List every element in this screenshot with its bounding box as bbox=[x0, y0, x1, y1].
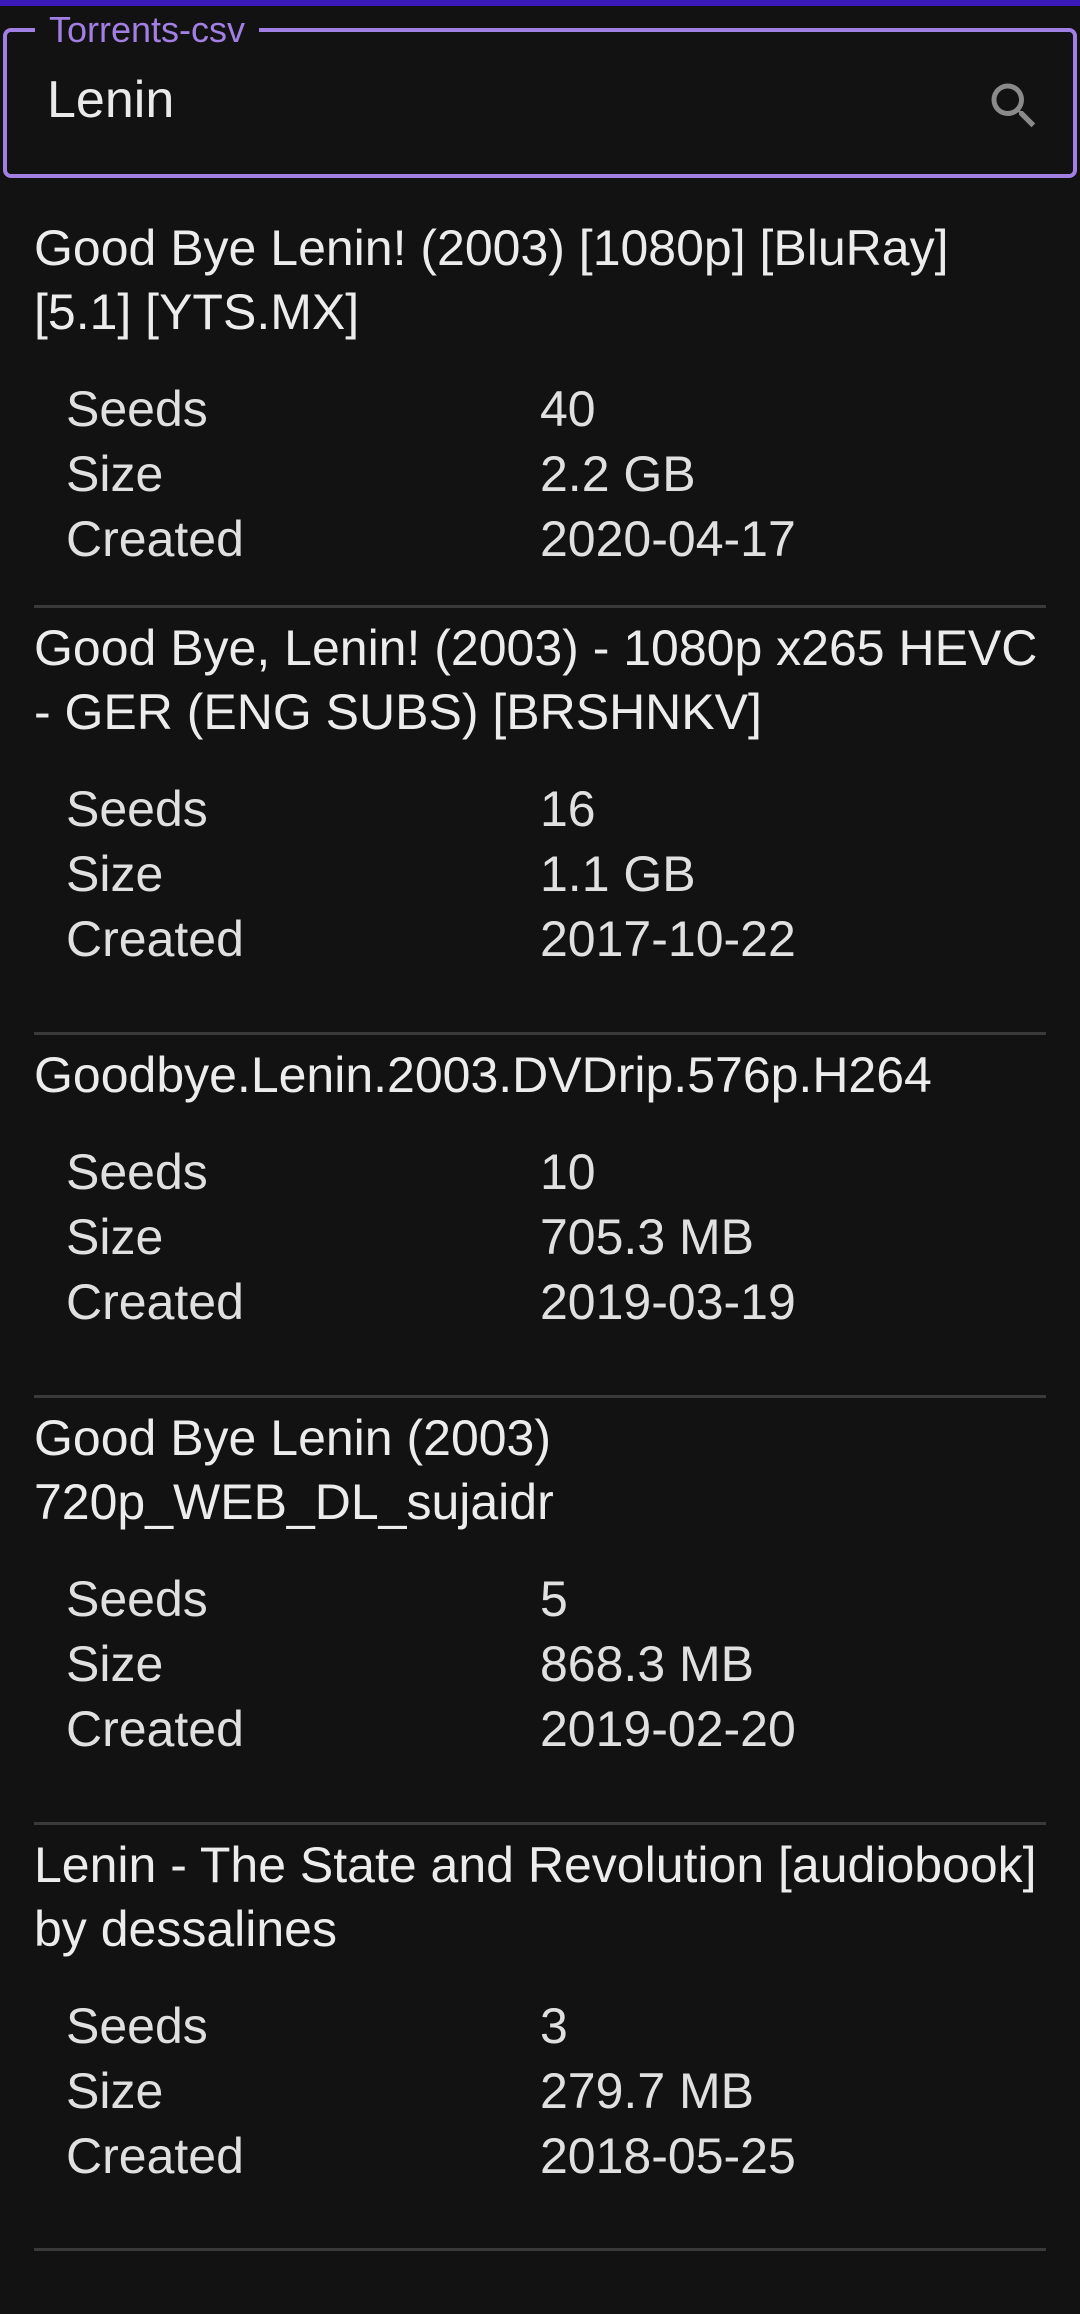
seeds-label: Seeds bbox=[66, 1997, 208, 2054]
seeds-value: 5 bbox=[540, 1570, 568, 1627]
size-label: Size bbox=[66, 1635, 164, 1692]
created-row: Created 2019-03-19 bbox=[66, 1269, 1046, 1334]
created-value: 2017-10-22 bbox=[540, 910, 796, 967]
size-row: Size 1.1 GB bbox=[66, 841, 1046, 906]
size-value: 2.2 GB bbox=[540, 445, 696, 502]
result-stats: Seeds 5 Size 868.3 MB Created 2019-02-20 bbox=[34, 1534, 1046, 1801]
created-row: Created 2020-04-17 bbox=[66, 506, 1046, 571]
result-title[interactable]: Goodbye.Lenin.2003.DVDrip.576p.H264 bbox=[34, 1035, 1046, 1107]
result-item[interactable]: Lenin - The State and Revolution [audiob… bbox=[34, 1825, 1046, 2251]
seeds-label: Seeds bbox=[66, 780, 208, 837]
size-label: Size bbox=[66, 1208, 164, 1265]
size-row: Size 2.2 GB bbox=[66, 441, 1046, 506]
result-item[interactable]: Goodbye.Lenin.2003.DVDrip.576p.H264 Seed… bbox=[34, 1035, 1046, 1398]
created-value: 2018-05-25 bbox=[540, 2127, 796, 2184]
seeds-value: 10 bbox=[540, 1143, 596, 1200]
size-row: Size 279.7 MB bbox=[66, 2058, 1046, 2123]
created-label: Created bbox=[66, 510, 244, 567]
result-item[interactable]: Good Bye, Lenin! (2003) - 1080p x265 HEV… bbox=[34, 608, 1046, 1035]
created-label: Created bbox=[66, 1273, 244, 1330]
created-label: Created bbox=[66, 1700, 244, 1757]
seeds-value: 40 bbox=[540, 380, 596, 437]
result-stats: Seeds 10 Size 705.3 MB Created 2019-03-1… bbox=[34, 1107, 1046, 1374]
seeds-row: Seeds 10 bbox=[66, 1139, 1046, 1204]
search-input[interactable] bbox=[47, 70, 947, 130]
result-title[interactable]: Good Bye, Lenin! (2003) - 1080p x265 HEV… bbox=[34, 608, 1046, 744]
seeds-label: Seeds bbox=[66, 1570, 208, 1627]
search-label: Torrents-csv bbox=[35, 8, 260, 52]
result-stats: Seeds 16 Size 1.1 GB Created 2017-10-22 bbox=[34, 744, 1046, 1011]
search-icon[interactable] bbox=[984, 76, 1044, 136]
created-label: Created bbox=[66, 910, 244, 967]
created-value: 2020-04-17 bbox=[540, 510, 796, 567]
seeds-value: 3 bbox=[540, 1997, 568, 2054]
result-stats: Seeds 3 Size 279.7 MB Created 2018-05-25 bbox=[34, 1961, 1046, 2228]
seeds-row: Seeds 3 bbox=[66, 1993, 1046, 2058]
created-value: 2019-03-19 bbox=[540, 1273, 796, 1330]
result-item[interactable]: Good Bye Lenin! (2003) [1080p] [BluRay] … bbox=[34, 208, 1046, 608]
created-row: Created 2018-05-25 bbox=[66, 2123, 1046, 2188]
seeds-label: Seeds bbox=[66, 1143, 208, 1200]
created-label: Created bbox=[66, 2127, 244, 2184]
search-box[interactable]: Torrents-csv bbox=[3, 8, 1077, 178]
size-value: 705.3 MB bbox=[540, 1208, 755, 1265]
seeds-value: 16 bbox=[540, 780, 596, 837]
result-item[interactable]: Good Bye Lenin (2003) 720p_WEB_DL_sujaid… bbox=[34, 1398, 1046, 1825]
created-row: Created 2017-10-22 bbox=[66, 906, 1046, 971]
size-value: 1.1 GB bbox=[540, 845, 696, 902]
results-list: Good Bye Lenin! (2003) [1080p] [BluRay] … bbox=[34, 208, 1046, 2251]
size-value: 279.7 MB bbox=[540, 2062, 755, 2119]
size-row: Size 705.3 MB bbox=[66, 1204, 1046, 1269]
seeds-row: Seeds 5 bbox=[66, 1566, 1046, 1631]
result-title[interactable]: Good Bye Lenin! (2003) [1080p] [BluRay] … bbox=[34, 208, 1046, 344]
size-row: Size 868.3 MB bbox=[66, 1631, 1046, 1696]
result-stats: Seeds 40 Size 2.2 GB Created 2020-04-17 bbox=[34, 344, 1046, 611]
top-accent-bar bbox=[0, 0, 1080, 6]
size-label: Size bbox=[66, 845, 164, 902]
size-value: 868.3 MB bbox=[540, 1635, 755, 1692]
result-title[interactable]: Lenin - The State and Revolution [audiob… bbox=[34, 1825, 1046, 1961]
result-title[interactable]: Good Bye Lenin (2003) 720p_WEB_DL_sujaid… bbox=[34, 1398, 1046, 1534]
seeds-row: Seeds 16 bbox=[66, 776, 1046, 841]
created-value: 2019-02-20 bbox=[540, 1700, 796, 1757]
size-label: Size bbox=[66, 445, 164, 502]
seeds-label: Seeds bbox=[66, 380, 208, 437]
size-label: Size bbox=[66, 2062, 164, 2119]
seeds-row: Seeds 40 bbox=[66, 376, 1046, 441]
created-row: Created 2019-02-20 bbox=[66, 1696, 1046, 1761]
